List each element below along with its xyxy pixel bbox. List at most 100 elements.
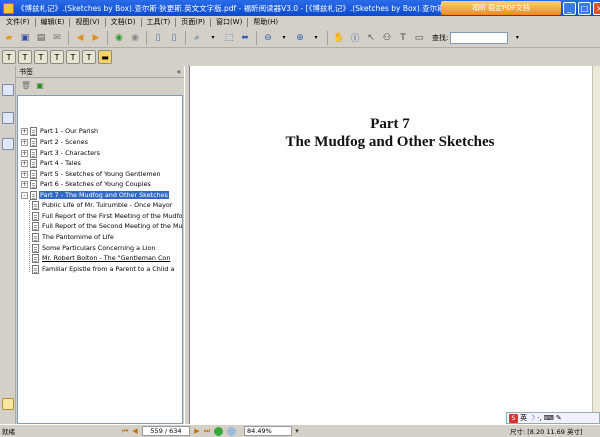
chevron-down-icon[interactable]: ▾	[510, 31, 524, 45]
next-page-icon[interactable]: ▶	[192, 426, 202, 436]
expand-icon[interactable]: +	[21, 149, 28, 157]
bookmark-subitem[interactable]: Familiar Epistle from a Parent to a Chil…	[32, 264, 175, 274]
close-button[interactable]: ×	[593, 1, 600, 15]
zoom-in-icon[interactable]: ⊕	[293, 31, 307, 45]
bookmark-item[interactable]: + Part 5 - Sketches of Young Gentlemen	[21, 169, 162, 179]
first-page-icon[interactable]: ⏮	[120, 426, 130, 436]
zoom-level[interactable]: 84.49%	[244, 426, 292, 436]
zoom-out-icon[interactable]: ⊖	[261, 31, 275, 45]
single-page-icon[interactable]: ▯	[151, 31, 165, 45]
menu-tools[interactable]: 工具(T)	[143, 17, 175, 27]
expand-icon[interactable]: +	[21, 180, 28, 188]
continuous-page-icon[interactable]: ▯	[167, 31, 181, 45]
back-view-icon[interactable]	[214, 426, 223, 436]
bookmark-item[interactable]: + Part 1 - Our Parish	[21, 126, 99, 136]
attachment-tab-icon[interactable]	[2, 398, 14, 410]
page-counter[interactable]: 559 / 634	[142, 426, 190, 436]
expand-icon[interactable]: +	[21, 127, 28, 135]
save-icon[interactable]: ▣	[18, 31, 32, 45]
chevron-down-icon[interactable]: ▾	[309, 31, 323, 45]
last-page-icon[interactable]: ⏭	[202, 426, 212, 436]
expand-icon[interactable]: +	[21, 170, 28, 178]
ime-settings-icon[interactable]: ✎	[556, 414, 562, 422]
back-icon[interactable]: ◉	[112, 31, 126, 45]
text-tool-icon[interactable]: T	[396, 31, 410, 45]
email-icon[interactable]: ✉	[50, 31, 64, 45]
add-bookmark-icon[interactable]: ▣	[35, 80, 45, 90]
collapse-icon[interactable]: -	[21, 191, 28, 199]
ime-punct-icon[interactable]: ·,	[537, 414, 541, 422]
chevron-down-icon[interactable]: ▾	[277, 31, 291, 45]
menu-window[interactable]: 窗口(W)	[212, 17, 246, 27]
fit-page-icon[interactable]: ⬚	[222, 31, 236, 45]
bookmark-subitem[interactable]: The Pantomime of Life	[32, 232, 115, 242]
toolbar-separator	[327, 30, 328, 45]
open-icon[interactable]: ▰	[2, 31, 16, 45]
menu-view[interactable]: 视图(V)	[71, 17, 103, 27]
menu-edit[interactable]: 编辑(E)	[37, 17, 69, 27]
bookmark-item[interactable]: + Part 6 - Sketches of Young Couples	[21, 179, 152, 189]
page-part-title: The Mudfog and Other Sketches	[285, 134, 495, 150]
binoculars-icon[interactable]: ⚇	[380, 31, 394, 45]
page-icon	[30, 179, 37, 189]
snapshot-icon[interactable]: ▭	[412, 31, 426, 45]
expand-icon[interactable]: +	[21, 138, 28, 146]
menu-document[interactable]: 文档(D)	[107, 17, 140, 27]
maximize-button[interactable]: □	[578, 1, 591, 15]
title-bar[interactable]: 《博兹札记》.(Sketches by Box).查尔斯·狄更斯.英文文字版.p…	[0, 0, 600, 16]
ime-mode[interactable]: 英	[520, 413, 527, 423]
expand-icon[interactable]: +	[21, 159, 28, 167]
bookmark-item[interactable]: + Part 2 - Scenes	[21, 137, 89, 147]
note-icon[interactable]: ▬	[98, 50, 112, 64]
text-box-icon[interactable]: T	[2, 50, 16, 64]
delete-bookmark-icon[interactable]: 🗑	[21, 80, 31, 90]
prev-page-icon[interactable]: ◀	[73, 31, 87, 45]
text-strike-icon[interactable]: T	[50, 50, 64, 64]
forward-icon[interactable]: ◉	[128, 31, 142, 45]
bookmark-subitem[interactable]: Some Particulars Concerning a Lion	[32, 243, 156, 253]
forward-view-icon[interactable]	[227, 426, 236, 436]
bookmark-subitem[interactable]: Mr. Robert Bolton - The "Gentleman Con	[32, 253, 171, 263]
bookmark-item[interactable]: + Part 3 - Characters	[21, 148, 101, 158]
bookmark-subitem[interactable]: Public Life of Mr. Tulrumble - Once Mayo…	[32, 200, 173, 210]
pages-tab-icon[interactable]	[2, 112, 14, 124]
text-insert-icon[interactable]: T	[34, 50, 48, 64]
ime-keyboard-icon[interactable]: ⌨	[544, 414, 554, 422]
text-replace-icon[interactable]: T	[82, 50, 96, 64]
ime-moon-icon[interactable]: ☽	[529, 414, 535, 422]
menu-separator	[69, 17, 71, 27]
page-icon	[32, 243, 39, 253]
bookmark-item[interactable]: + Part 4 - Tales	[21, 158, 82, 168]
prev-page-icon[interactable]: ◀	[130, 426, 140, 436]
status-text: 就绪	[2, 428, 15, 436]
annotation-toolbar: T T T T T T ▬	[0, 48, 600, 66]
collapse-panel-button[interactable]: «	[177, 68, 181, 76]
bookmark-subitem[interactable]: Full Report of the First Meeting of the …	[32, 211, 182, 221]
fit-width-icon[interactable]: ⬌	[238, 31, 252, 45]
menu-page[interactable]: 页面(P)	[177, 17, 209, 27]
vertical-scrollbar[interactable]	[592, 66, 600, 424]
menu-help[interactable]: 帮助(H)	[249, 17, 282, 27]
layers-tab-icon[interactable]	[2, 138, 14, 150]
select-text-icon[interactable]: Ⓘ	[348, 31, 362, 45]
text-underline-icon[interactable]: T	[66, 50, 80, 64]
find-input[interactable]	[450, 31, 509, 44]
menu-separator	[247, 17, 249, 27]
zoom-icon[interactable]: ⌕	[190, 31, 204, 45]
minimize-button[interactable]: _	[563, 1, 576, 15]
next-page-icon[interactable]: ▶	[89, 31, 103, 45]
chevron-down-icon[interactable]: ▾	[292, 426, 302, 436]
ime-toolbar[interactable]: S 英 ☽ ·, ⌨ ✎	[506, 412, 600, 424]
print-icon[interactable]: ▤	[34, 31, 48, 45]
document-view[interactable]: Part 7 The Mudfog and Other Sketches	[190, 66, 600, 424]
page-icon	[30, 148, 37, 158]
text-align-icon[interactable]: T	[18, 50, 32, 64]
bookmark-subitem[interactable]: Full Report of the Second Meeting of the…	[32, 221, 182, 231]
menu-file[interactable]: 文件(F)	[2, 17, 34, 27]
chevron-down-icon[interactable]: ▾	[206, 31, 220, 45]
bookmarks-tab-icon[interactable]	[2, 84, 14, 96]
page-icon	[30, 158, 37, 168]
select-arrow-icon[interactable]: ↖	[364, 31, 378, 45]
bookmark-item-selected[interactable]: - Part 7 - The Mudfog and Other Sketches	[21, 190, 169, 200]
hand-tool-icon[interactable]: ✋	[332, 31, 346, 45]
